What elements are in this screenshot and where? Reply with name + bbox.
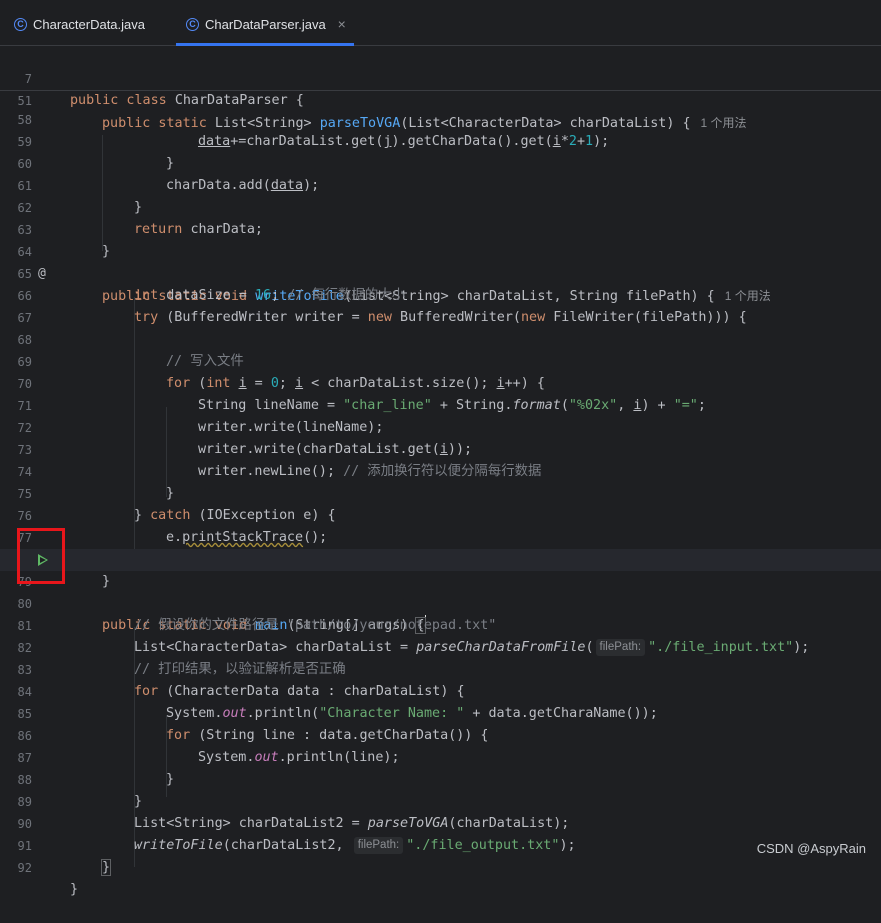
code-line: 59 } <box>0 109 881 171</box>
code-line: 84 System.out.println("Character Name: "… <box>0 659 881 721</box>
code-line: 74 } <box>0 439 881 501</box>
code-line: 92 } <box>0 835 881 897</box>
highlight-box <box>17 528 65 584</box>
code-line: 68 // 写入文件 <box>0 307 881 369</box>
code-line: 85 for (String line : data.getCharData()… <box>0 681 881 743</box>
code-line: 58 data+=charDataList.get(j).getCharData… <box>0 87 881 149</box>
code-line: 87 } <box>0 725 881 787</box>
tab-chardataparser[interactable]: C CharDataParser.java × <box>176 4 354 46</box>
code-line: 7 public class CharDataParser { <box>0 46 881 108</box>
code-line: 86 System.out.println(line); <box>0 703 881 765</box>
code-line: 73 writer.newLine(); // 添加换行符以便分隔每行数据 <box>0 417 881 479</box>
code-line: 69 for (int i = 0; i < charDataList.size… <box>0 329 881 391</box>
code-line: 72 writer.write(charDataList.get(i)); <box>0 395 881 457</box>
code-line: 64 @ public static void writeToFile(List… <box>0 219 881 304</box>
code-line: 62 return charData; <box>0 175 881 237</box>
tab-label: CharDataParser.java <box>205 16 326 32</box>
code-line: 66 try (BufferedWriter writer = new Buff… <box>0 263 881 325</box>
code-line: 77 } <box>0 505 881 567</box>
code-line: 83 for (CharacterData data : charDataLis… <box>0 637 881 699</box>
close-icon[interactable]: × <box>338 16 346 32</box>
code-line: 61 } <box>0 153 881 215</box>
code-line: 67 <box>0 285 881 325</box>
code-line: 78 } <box>0 527 881 589</box>
code-line: 63 } <box>0 197 881 259</box>
code-line: 75 } catch (IOException e) { <box>0 461 881 523</box>
line-number: 92 <box>17 861 32 875</box>
code-line: 88 } <box>0 747 881 809</box>
code-line: 81 List<CharacterData> charDataList = pa… <box>0 593 881 656</box>
code-line: 89 List<String> charDataList2 = parseToV… <box>0 769 881 831</box>
code-line: 91 } <box>0 813 881 876</box>
code-token: } <box>70 882 79 897</box>
code-line-current: 79 public static void main(String[] args… <box>0 549 881 634</box>
code-line: 70 String lineName = "char_line" + Strin… <box>0 351 881 413</box>
class-c-icon: C <box>186 17 199 31</box>
code-editor[interactable]: 7 public class CharDataParser { 51 publi… <box>0 46 881 897</box>
code-line: 90 writeToFile(charDataList2, filePath: "… <box>0 791 881 854</box>
code-line: 76 e.printStackTrace(); <box>0 483 881 545</box>
watermark: CSDN @AspyRain <box>756 841 866 856</box>
class-c-icon: C <box>14 17 27 31</box>
code-line: 80 // 假设你的文件路径是 "path/to/your/notepad.tx… <box>0 571 881 633</box>
tab-characterdata[interactable]: C CharacterData.java <box>14 4 145 44</box>
tab-label: CharacterData.java <box>33 16 145 32</box>
code-line: 71 writer.write(lineName); <box>0 373 881 435</box>
code-line: 82 // 打印结果，以验证解析是否正确 <box>0 615 881 677</box>
code-line: 60 charData.add(data); <box>0 131 881 193</box>
editor-tab-bar: C CharacterData.java C CharDataParser.ja… <box>0 0 881 46</box>
code-line: 65 int dataSize = 16; // 每行数据的大小 <box>0 241 881 303</box>
